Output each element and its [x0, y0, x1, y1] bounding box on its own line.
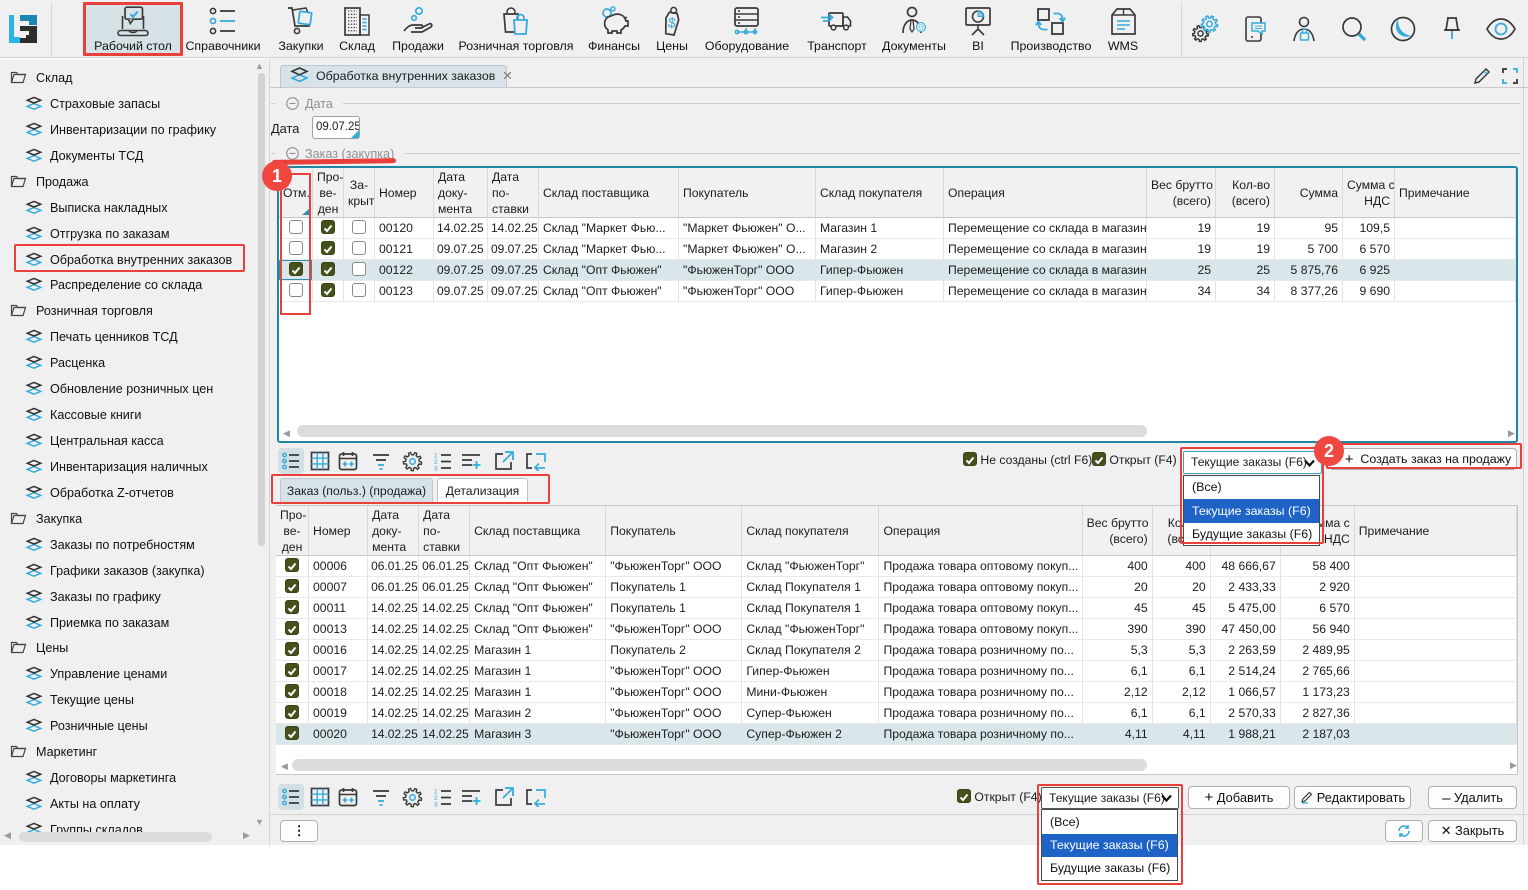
svg-text:3: 3: [434, 802, 438, 808]
svg-text:3: 3: [434, 466, 438, 472]
